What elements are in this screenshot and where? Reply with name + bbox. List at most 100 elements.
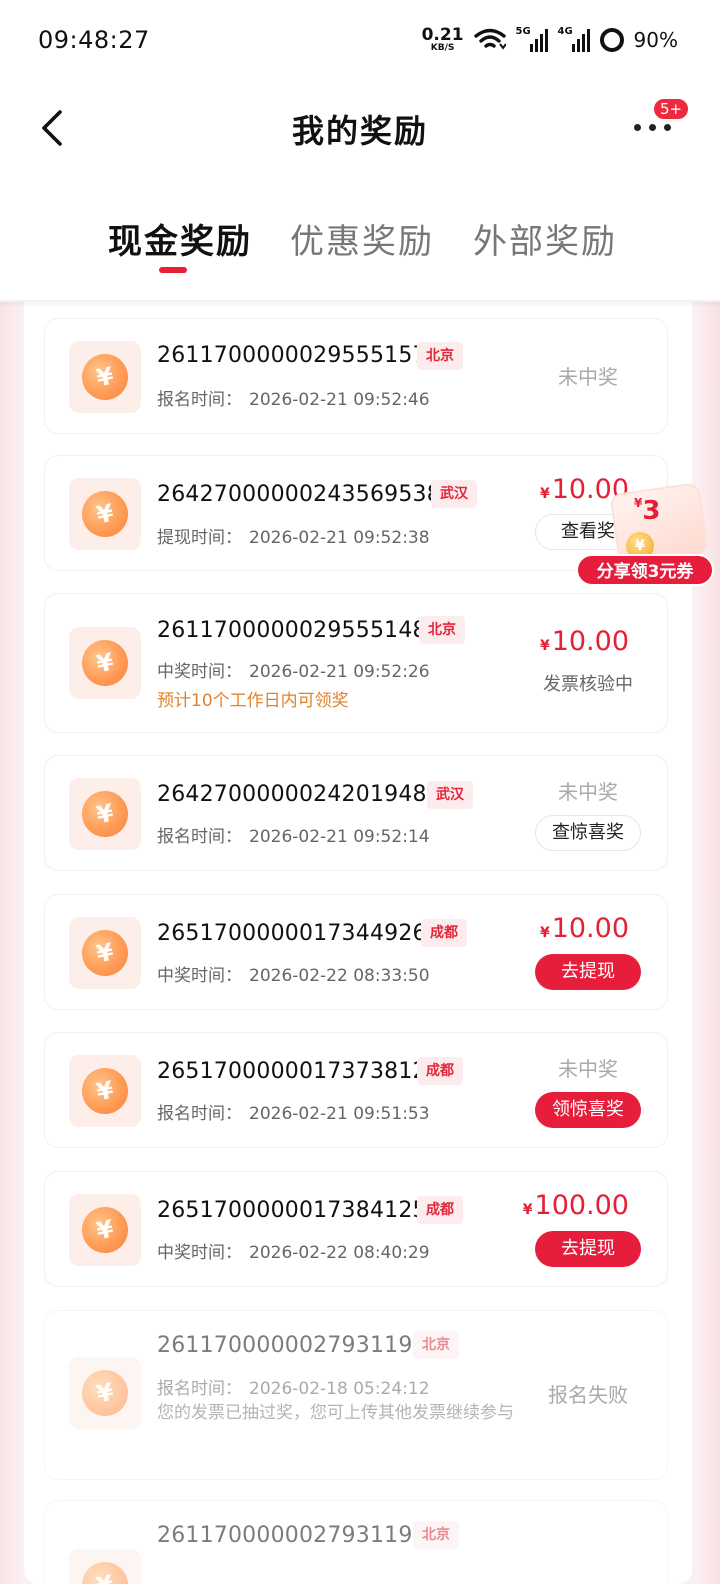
battery-level: 90% bbox=[633, 28, 678, 52]
share-coupon-button[interactable]: 分享领3元券 bbox=[576, 554, 714, 586]
nav-header: 我的奖励 bbox=[0, 80, 720, 175]
amount-value: 10.00 bbox=[551, 913, 629, 944]
coin-icon: ¥ bbox=[69, 1194, 141, 1266]
time-label: 报名时间： bbox=[157, 390, 242, 410]
share-value: ¥3 bbox=[634, 496, 660, 526]
net-speed-unit: KB/S bbox=[430, 43, 455, 53]
surprise-reward-button[interactable]: 查惊喜奖 bbox=[535, 815, 641, 851]
signal-4g-icon: 4G bbox=[557, 26, 590, 52]
time-value: 2026-02-21 09:52:38 bbox=[249, 528, 430, 548]
withdraw-button[interactable]: 去提现 bbox=[535, 1231, 641, 1267]
reward-card[interactable]: ¥ 26117000000295551579 北京 报名时间： 2026-02-2… bbox=[44, 318, 668, 434]
status-text: 发票核验中 bbox=[543, 674, 633, 695]
reward-card[interactable]: ¥ 26427000000243569538 武汉 提现时间： 2026-02-2… bbox=[44, 455, 668, 571]
order-number: 26117000000279311996 bbox=[157, 1333, 441, 1358]
city-tag: 武汉 bbox=[431, 480, 477, 508]
tab-external-reward[interactable]: 外部奖励 bbox=[473, 214, 617, 263]
claim-surprise-button[interactable]: 领惊喜奖 bbox=[535, 1092, 641, 1128]
city-tag: 北京 bbox=[417, 342, 463, 370]
time-value: 2026-02-21 09:52:26 bbox=[249, 662, 430, 682]
reward-card[interactable]: ¥ 26427000000242019488 武汉 报名时间： 2026-02-2… bbox=[44, 755, 668, 871]
city-tag: 北京 bbox=[413, 1331, 459, 1359]
time-row: 报名时间： 2026-02-21 09:51:53 bbox=[157, 1099, 430, 1124]
reward-card[interactable]: ¥ 26517000000173449268 成都 中奖时间： 2026-02-2… bbox=[44, 894, 668, 1010]
order-number: 26517000000173738123 bbox=[157, 1059, 441, 1084]
currency-symbol: ¥ bbox=[539, 638, 550, 654]
tab-discount-reward[interactable]: 优惠奖励 bbox=[290, 214, 434, 263]
time-row: 报名时间： 2026-02-18 05:24:12 bbox=[157, 1374, 430, 1399]
time-row: 报名时间： 2026-02-21 09:52:46 bbox=[157, 385, 430, 410]
reward-card[interactable]: ¥ 26517000000173841259 成都 中奖时间： 2026-02-2… bbox=[44, 1171, 668, 1287]
tab-cash-reward[interactable]: 现金奖励 bbox=[108, 214, 252, 263]
reward-amount: ¥10.00 bbox=[519, 626, 629, 657]
order-number: 26517000000173449268 bbox=[157, 921, 441, 946]
status-text: 未中奖 bbox=[558, 365, 618, 389]
time-value: 2026-02-18 05:24:12 bbox=[249, 1379, 430, 1399]
status-text: 未中奖 bbox=[558, 1057, 618, 1081]
order-number: 26427000000243569538 bbox=[157, 482, 441, 507]
city-tag: 成都 bbox=[417, 1196, 463, 1224]
reward-amount: ¥100.00 bbox=[499, 1190, 629, 1221]
withdraw-button[interactable]: 去提现 bbox=[535, 954, 641, 990]
reward-note: 预计10个工作日内可领奖 bbox=[157, 691, 349, 711]
time-row: 中奖时间： 2026-02-22 08:33:50 bbox=[157, 961, 430, 986]
share-amount: 3 bbox=[642, 496, 661, 526]
time-label: 中奖时间： bbox=[157, 662, 242, 682]
city-tag: 成都 bbox=[421, 919, 467, 947]
time-label: 报名时间： bbox=[157, 1379, 242, 1399]
message-badge: 5+ bbox=[652, 97, 691, 121]
amount-value: 100.00 bbox=[534, 1190, 629, 1221]
city-tag: 北京 bbox=[419, 616, 465, 644]
more-icon bbox=[634, 124, 671, 131]
city-tag: 北京 bbox=[413, 1521, 459, 1549]
status-bar: 09:48:27 0.21 KB/S 5G 4G 90% bbox=[0, 0, 720, 80]
coin-icon: ¥ bbox=[69, 1549, 141, 1584]
time-label: 提现时间： bbox=[157, 528, 242, 548]
time-label: 中奖时间： bbox=[157, 1243, 242, 1263]
time-value: 2026-02-22 08:40:29 bbox=[249, 1243, 430, 1263]
time-value: 2026-02-21 09:51:53 bbox=[249, 1104, 430, 1124]
order-number: 26117000000295551480 bbox=[157, 618, 441, 643]
time-value: 2026-02-21 09:52:46 bbox=[249, 390, 430, 410]
page-title: 我的奖励 bbox=[291, 112, 428, 150]
coin-icon: ¥ bbox=[69, 778, 141, 850]
currency-symbol: ¥ bbox=[522, 1202, 533, 1218]
coin-icon: ¥ bbox=[69, 478, 141, 550]
battery-icon bbox=[599, 28, 624, 52]
status-text: 未中奖 bbox=[558, 780, 618, 804]
city-tag: 成都 bbox=[417, 1057, 463, 1085]
time-label: 报名时间： bbox=[157, 1104, 242, 1124]
reward-card[interactable]: ¥ 26117000000279311976 北京 bbox=[44, 1500, 668, 1584]
order-number: 26117000000295551579 bbox=[157, 343, 441, 368]
time-label: 中奖时间： bbox=[157, 966, 242, 986]
order-number: 26427000000242019488 bbox=[157, 782, 441, 807]
reward-card[interactable]: ¥ 26117000000295551480 北京 中奖时间： 2026-02-2… bbox=[44, 593, 668, 733]
currency-symbol: ¥ bbox=[539, 486, 550, 502]
header-divider bbox=[0, 300, 720, 308]
amount-value: 10.00 bbox=[551, 626, 629, 657]
reward-tabs: 现金奖励 优惠奖励 外部奖励 bbox=[0, 200, 720, 300]
sim2-label: 4G bbox=[557, 26, 573, 37]
status-time: 09:48:27 bbox=[38, 26, 150, 54]
time-row: 中奖时间： 2026-02-21 09:52:26 bbox=[157, 657, 430, 682]
time-label: 报名时间： bbox=[157, 827, 242, 847]
tab-indicator bbox=[159, 267, 187, 273]
reward-card[interactable]: ¥ 26517000000173738123 成都 报名时间： 2026-02-2… bbox=[44, 1032, 668, 1148]
time-value: 2026-02-21 09:52:14 bbox=[249, 827, 430, 847]
status-icons: 0.21 KB/S 5G 4G 90% bbox=[421, 25, 678, 53]
coin-icon: ¥ bbox=[69, 917, 141, 989]
reward-amount: ¥10.00 bbox=[519, 913, 629, 944]
net-speed-value: 0.21 bbox=[421, 25, 464, 45]
sim1-label: 5G bbox=[515, 26, 531, 37]
order-number: 26517000000173841259 bbox=[157, 1198, 441, 1223]
share-coupon-float[interactable]: ¥3 ¥ 分享领3元券 bbox=[576, 478, 716, 588]
reward-card[interactable]: ¥ 26117000000279311996 北京 报名时间： 2026-02-1… bbox=[44, 1310, 668, 1480]
time-value: 2026-02-22 08:33:50 bbox=[249, 966, 430, 986]
wifi-icon bbox=[473, 28, 506, 50]
signal-5g-icon: 5G bbox=[515, 26, 548, 52]
currency-symbol: ¥ bbox=[539, 925, 550, 941]
city-tag: 武汉 bbox=[427, 781, 473, 809]
coin-icon: ¥ bbox=[69, 1055, 141, 1127]
status-text: 报名失败 bbox=[548, 1383, 628, 1407]
coin-icon: ¥ bbox=[69, 1357, 141, 1429]
